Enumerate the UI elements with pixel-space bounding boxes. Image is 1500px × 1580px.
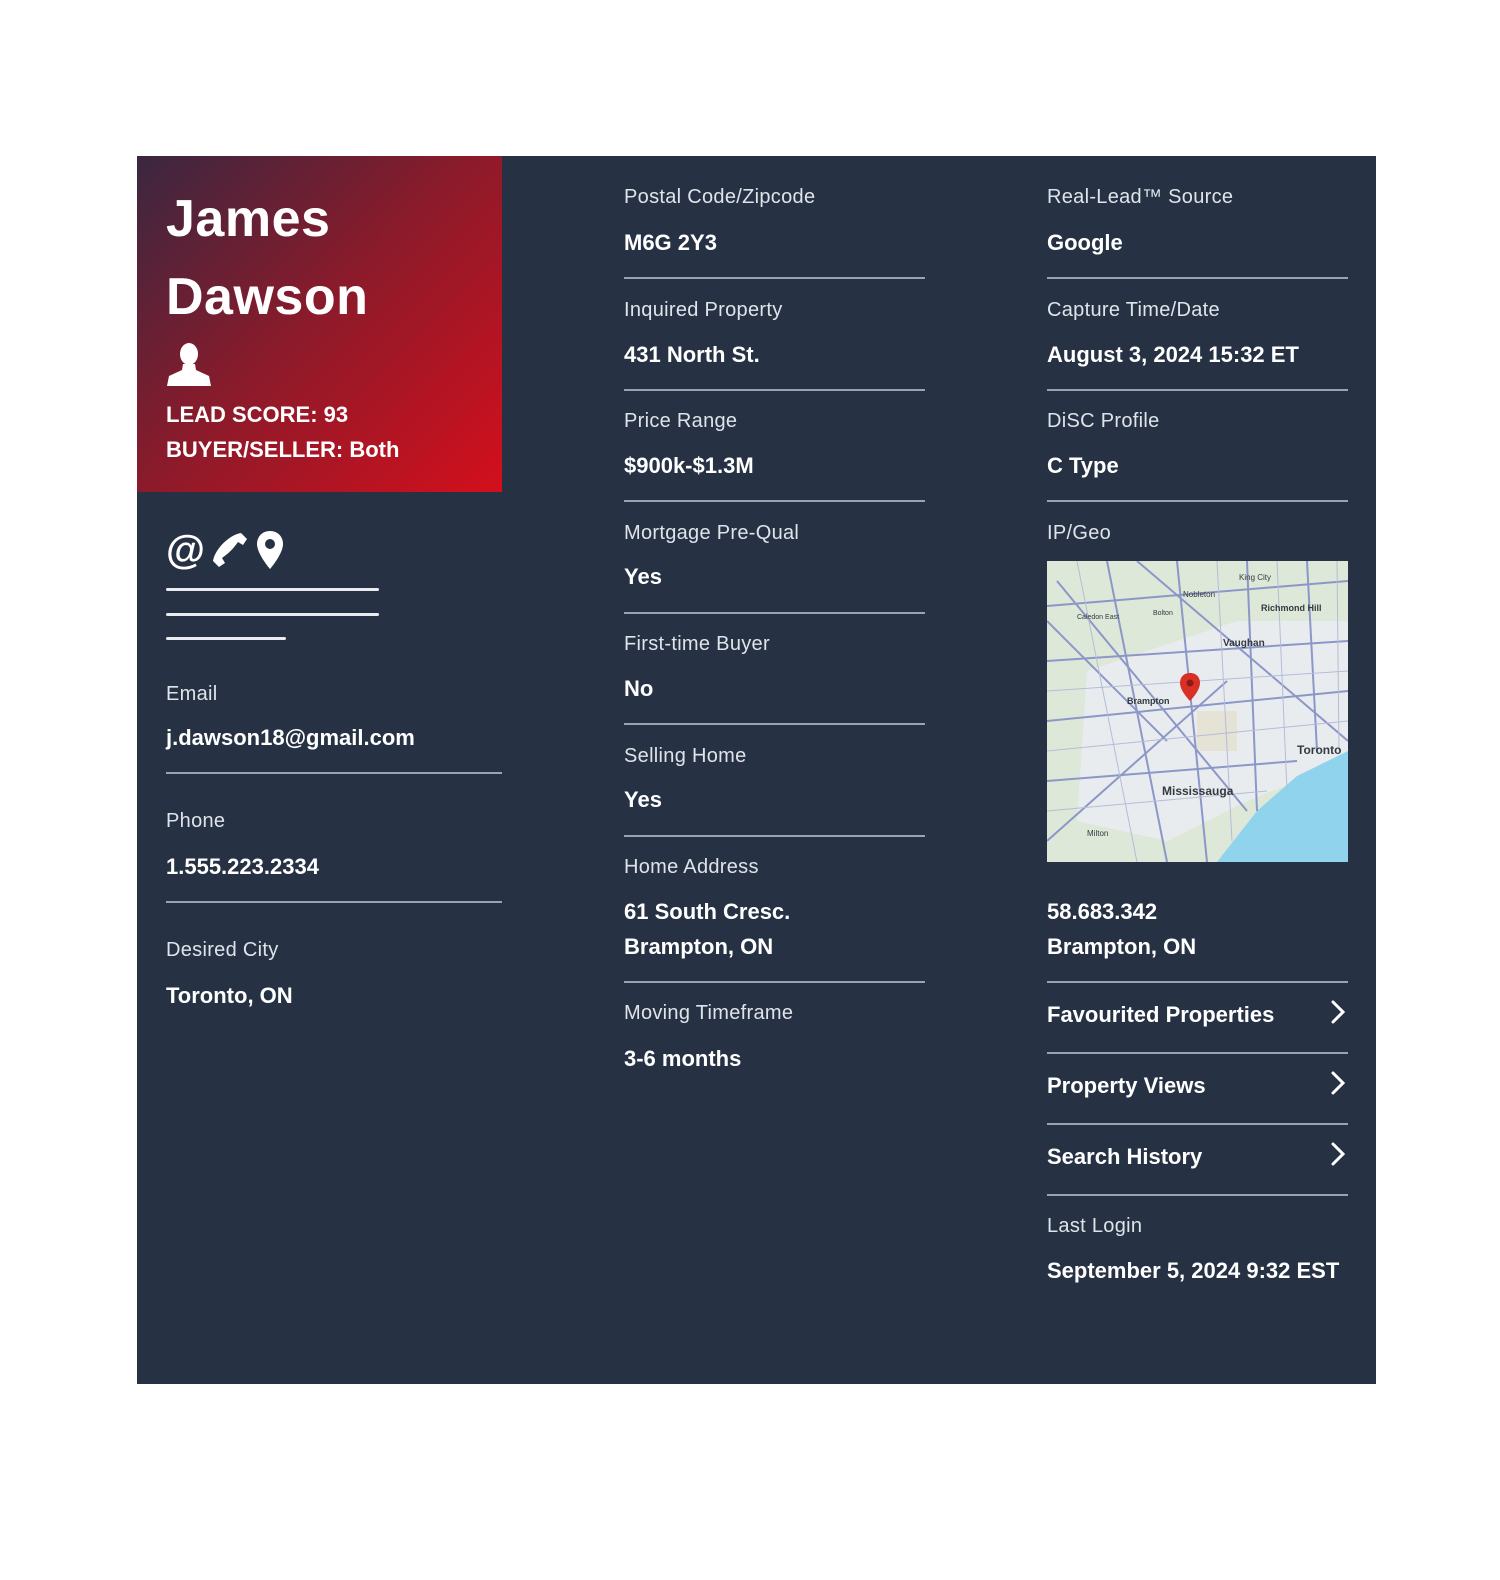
lead-profile-card: James Dawson LEAD SCORE: 93 BUYER/SELLER… xyxy=(137,156,1376,1384)
price-range-label: Price Range xyxy=(624,410,738,432)
home-address-line2: Brampton, ON xyxy=(624,934,774,959)
map-label: Brampton xyxy=(1127,696,1170,706)
phone-icon[interactable] xyxy=(211,531,249,569)
first-time-buyer-value: No xyxy=(624,676,654,701)
disc-profile-value: C Type xyxy=(1047,453,1119,478)
mortgage-prequal-label: Mortgage Pre-Qual xyxy=(624,522,800,544)
lead-source-value: Google xyxy=(1047,230,1123,255)
divider xyxy=(624,612,925,614)
desired-city-label: Desired City xyxy=(166,939,279,961)
map-graphic: King City Nobleton Richmond Hill Caledon… xyxy=(1047,561,1348,862)
divider xyxy=(624,277,925,279)
lead-last-name: Dawson xyxy=(166,268,369,326)
map-label: Toronto xyxy=(1297,743,1341,757)
inquired-property-label: Inquired Property xyxy=(624,299,783,321)
divider xyxy=(624,723,925,725)
divider xyxy=(166,772,502,774)
map-label: Mississauga xyxy=(1162,784,1234,798)
last-login-label: Last Login xyxy=(1047,1215,1143,1237)
email-value[interactable]: j.dawson18@gmail.com xyxy=(166,720,415,755)
property-views-label: Property Views xyxy=(1047,1073,1206,1098)
desired-city-value: Toronto, ON xyxy=(166,983,293,1008)
selling-home-value: Yes xyxy=(624,787,662,812)
phone-label: Phone xyxy=(166,810,226,832)
divider xyxy=(1047,277,1348,279)
property-views-link[interactable]: Property Views xyxy=(1047,1054,1348,1124)
geo-ip-value: 58.683.342 xyxy=(1047,899,1158,924)
divider xyxy=(624,500,925,502)
moving-timeframe-value: 3-6 months xyxy=(624,1046,742,1071)
chevron-right-icon xyxy=(1331,1142,1346,1166)
lead-source-label: Real-Lead™ Source xyxy=(1047,186,1234,208)
phone-value[interactable]: 1.555.223.2334 xyxy=(166,849,319,884)
map-label: King City xyxy=(1239,573,1271,582)
buyer-seller-status: BUYER/SELLER: Both xyxy=(166,437,400,462)
placeholder-line xyxy=(166,613,379,616)
divider xyxy=(624,835,925,837)
at-icon[interactable]: @ xyxy=(166,530,205,570)
divider xyxy=(1047,500,1348,502)
lead-score: LEAD SCORE: 93 xyxy=(166,402,349,427)
person-icon xyxy=(167,343,211,386)
inquired-property-value: 431 North St. xyxy=(624,342,760,367)
divider xyxy=(624,981,925,983)
capture-time-label: Capture Time/Date xyxy=(1047,299,1220,321)
home-address-label: Home Address xyxy=(624,856,759,878)
favourited-properties-label: Favourited Properties xyxy=(1047,1002,1275,1027)
price-range-value: $900k-$1.3M xyxy=(624,453,754,478)
capture-time-value: August 3, 2024 15:32 ET xyxy=(1047,342,1299,367)
home-address-line1: 61 South Cresc. xyxy=(624,899,791,924)
first-time-buyer-label: First-time Buyer xyxy=(624,633,770,655)
divider xyxy=(1047,1194,1348,1196)
search-history-label: Search History xyxy=(1047,1144,1203,1169)
last-login-value: September 5, 2024 9:32 EST xyxy=(1047,1258,1340,1283)
chevron-right-icon xyxy=(1331,1071,1346,1095)
lead-name: James Dawson xyxy=(166,180,368,336)
divider xyxy=(624,389,925,391)
disc-profile-label: DiSC Profile xyxy=(1047,410,1160,432)
postal-code-label: Postal Code/Zipcode xyxy=(624,186,816,208)
email-label: Email xyxy=(166,683,218,705)
selling-home-label: Selling Home xyxy=(624,745,747,767)
divider xyxy=(166,901,502,903)
divider xyxy=(1047,389,1348,391)
map-label: Richmond Hill xyxy=(1261,603,1322,613)
mortgage-prequal-value: Yes xyxy=(624,564,662,589)
ip-geo-label: IP/Geo xyxy=(1047,522,1112,544)
moving-timeframe-label: Moving Timeframe xyxy=(624,1002,794,1024)
location-pin-icon[interactable] xyxy=(255,530,285,570)
lead-first-name: James xyxy=(166,190,331,248)
placeholder-line xyxy=(166,588,379,591)
map-label: Milton xyxy=(1087,829,1108,838)
map-label: Bolton xyxy=(1153,610,1173,617)
chevron-right-icon xyxy=(1331,1000,1346,1024)
favourited-properties-link[interactable]: Favourited Properties xyxy=(1047,983,1348,1053)
map-label: Vaughan xyxy=(1223,638,1265,649)
search-history-link[interactable]: Search History xyxy=(1047,1125,1348,1195)
contact-actions: @ xyxy=(166,528,285,572)
postal-code-value: M6G 2Y3 xyxy=(624,230,717,255)
lead-header-panel: James Dawson LEAD SCORE: 93 BUYER/SELLER… xyxy=(137,156,502,492)
geo-map[interactable]: King City Nobleton Richmond Hill Caledon… xyxy=(1047,561,1348,862)
placeholder-line xyxy=(166,637,286,640)
map-label: Nobleton xyxy=(1183,590,1215,599)
map-label: Caledon East xyxy=(1077,614,1119,621)
geo-location-value: Brampton, ON xyxy=(1047,934,1197,959)
